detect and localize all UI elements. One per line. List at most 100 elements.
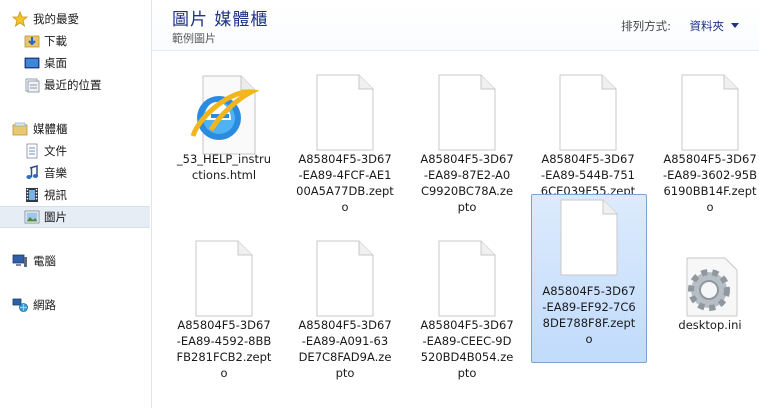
- file-item[interactable]: A85804F5-3D67 -EA89-4592-8BB FB281FCB2.zep…: [167, 228, 281, 394]
- file-name: desktop.ini: [655, 317, 759, 333]
- arrange-by-label: 排列方式:: [621, 19, 671, 33]
- blank-document-icon: [314, 72, 376, 152]
- library-subtitle: 範例圖片: [172, 32, 216, 45]
- nav-item-desktop[interactable]: 桌面: [0, 52, 150, 74]
- file-name-line: FB281FCB2.zept: [176, 350, 272, 364]
- blank-document-icon: [193, 238, 255, 318]
- nav-item-label: 最近的位置: [44, 78, 102, 92]
- file-name-line: A85804F5-3D67: [177, 318, 271, 332]
- file-name-line: 520BD4B054.ze: [420, 350, 514, 364]
- file-name-line: 8DE788F8F.zept: [542, 316, 636, 330]
- file-name-line: A85804F5-3D67: [420, 152, 514, 166]
- file-name-line: o: [220, 366, 228, 380]
- nav-item-documents[interactable]: 文件: [0, 140, 150, 162]
- file-name-line: -EA89-544B-751: [540, 168, 635, 182]
- nav-computer-label: 電腦: [33, 254, 56, 268]
- settings-gear-file-icon: [679, 238, 741, 318]
- file-name-line: -EA89-CEEC-9D: [422, 334, 512, 348]
- file-name-line: _53_HELP_instru: [176, 152, 272, 166]
- nav-computer[interactable]: 電腦: [0, 250, 150, 272]
- file-name-line: pto: [457, 200, 477, 214]
- file-name-line: -EA89-4FCF-AE1: [298, 168, 392, 182]
- nav-item-downloads[interactable]: 下載: [0, 30, 150, 52]
- file-name-line: ctions.html: [191, 168, 257, 182]
- file-item[interactable]: A85804F5-3D67 -EA89-A091-63 DE7C8FAD9A.ze p…: [288, 228, 402, 394]
- file-item[interactable]: A85804F5-3D67 -EA89-87E2-A0 C9920BC78A.ze p…: [410, 62, 524, 228]
- file-name-line: -EA89-3602-95B: [662, 168, 757, 182]
- file-name-line: -EA89-EF92-7C6: [542, 300, 636, 314]
- star-icon: [11, 10, 29, 27]
- blank-document-icon: [679, 72, 741, 152]
- computer-icon: [12, 253, 28, 269]
- nav-item-label: 視訊: [44, 188, 67, 202]
- file-name-line: -EA89-87E2-A0: [423, 168, 511, 182]
- nav-item-music[interactable]: 音樂: [0, 162, 150, 184]
- file-item[interactable]: A85804F5-3D67 -EA89-4FCF-AE1 00A5A77DB.zep…: [288, 62, 402, 228]
- nav-item-pictures[interactable]: 圖片: [0, 206, 150, 228]
- file-name-line: desktop.ini: [678, 318, 742, 332]
- file-name: A85804F5-3D67 -EA89-4FCF-AE1 00A5A77DB.zep…: [290, 151, 400, 215]
- desktop-icon: [24, 55, 40, 71]
- nav-libraries[interactable]: 媒體櫃: [0, 118, 150, 140]
- blank-document-icon: [436, 72, 498, 152]
- file-name-line: A85804F5-3D67: [541, 152, 635, 166]
- file-name-line: A85804F5-3D67: [663, 152, 757, 166]
- music-icon: [24, 165, 40, 181]
- file-item[interactable]: _53_HELP_instru ctions.html: [167, 62, 281, 228]
- blank-document-icon: [557, 72, 619, 152]
- arrange-by-dropdown[interactable]: 資料夾: [690, 18, 725, 34]
- nav-favorites-label: 我的最愛: [33, 12, 79, 26]
- file-name-line: A85804F5-3D67: [298, 152, 392, 166]
- file-name: A85804F5-3D67 -EA89-A091-63 DE7C8FAD9A.ze p…: [290, 317, 400, 381]
- file-name-line: A85804F5-3D67: [420, 318, 514, 332]
- file-name-line: 6190BB14F.zept: [663, 184, 757, 198]
- videos-icon: [24, 187, 40, 203]
- internet-explorer-icon: [190, 72, 260, 155]
- nav-libraries-label: 媒體櫃: [33, 122, 68, 136]
- chevron-down-icon[interactable]: [731, 23, 739, 28]
- file-name-line: 00A5A77DB.zept: [296, 184, 394, 198]
- nav-item-recent-places[interactable]: 最近的位置: [0, 74, 150, 96]
- pictures-icon: [24, 209, 40, 225]
- network-icon: [12, 297, 28, 313]
- downloads-folder-icon: [24, 33, 40, 49]
- file-name-line: A85804F5-3D67: [298, 318, 392, 332]
- documents-icon: [24, 143, 40, 159]
- file-name-line: pto: [457, 366, 477, 380]
- file-name-line: pto: [335, 366, 355, 380]
- file-name-line: C9920BC78A.ze: [420, 184, 514, 198]
- file-name: A85804F5-3D67 -EA89-4592-8BB FB281FCB2.zep…: [169, 317, 279, 381]
- nav-favorites[interactable]: 我的最愛: [0, 8, 150, 30]
- file-name-line: o: [706, 200, 714, 214]
- nav-item-label: 下載: [44, 34, 67, 48]
- file-name: _53_HELP_instru ctions.html: [169, 151, 279, 183]
- file-item[interactable]: A85804F5-3D67 -EA89-EF92-7C6 8DE788F8F.zep…: [531, 194, 647, 363]
- nav-network[interactable]: 網路: [0, 294, 150, 316]
- file-name-line: -EA89-4592-8BB: [176, 334, 272, 348]
- navigation-pane: 我的最愛 下載 桌面 最近的位置 媒體櫃 文件 音樂 視訊 圖片 電腦 網路: [0, 0, 152, 408]
- blank-document-icon: [436, 238, 498, 318]
- nav-item-label: 桌面: [44, 56, 67, 70]
- nav-item-label: 音樂: [44, 166, 67, 180]
- library-header: 圖片 媒體櫃 範例圖片 排列方式: 資料夾: [152, 0, 759, 51]
- file-name: A85804F5-3D67 -EA89-EF92-7C6 8DE788F8F.zep…: [534, 283, 644, 347]
- file-name-line: A85804F5-3D67: [542, 284, 636, 298]
- recent-places-icon: [24, 77, 40, 93]
- file-name: A85804F5-3D67 -EA89-87E2-A0 C9920BC78A.ze p…: [412, 151, 522, 215]
- file-name-line: o: [341, 200, 349, 214]
- file-name: A85804F5-3D67 -EA89-CEEC-9D 520BD4B054.ze p…: [412, 317, 522, 381]
- file-name-line: DE7C8FAD9A.ze: [298, 350, 392, 364]
- blank-document-icon: [558, 197, 620, 277]
- file-item[interactable]: A85804F5-3D67 -EA89-CEEC-9D 520BD4B054.ze p…: [410, 228, 524, 394]
- library-title: 圖片 媒體櫃: [172, 10, 269, 30]
- file-name-line: -EA89-A091-63: [301, 334, 389, 348]
- libraries-icon: [12, 121, 28, 137]
- nav-network-label: 網路: [33, 298, 56, 312]
- nav-item-label: 文件: [44, 144, 67, 158]
- file-item[interactable]: A85804F5-3D67 -EA89-3602-95B 6190BB14F.zep…: [653, 62, 759, 228]
- file-item[interactable]: desktop.ini: [653, 228, 759, 394]
- file-name: A85804F5-3D67 -EA89-3602-95B 6190BB14F.zep…: [655, 151, 759, 215]
- nav-item-videos[interactable]: 視訊: [0, 184, 150, 206]
- nav-item-label: 圖片: [44, 210, 67, 224]
- blank-document-icon: [314, 238, 376, 318]
